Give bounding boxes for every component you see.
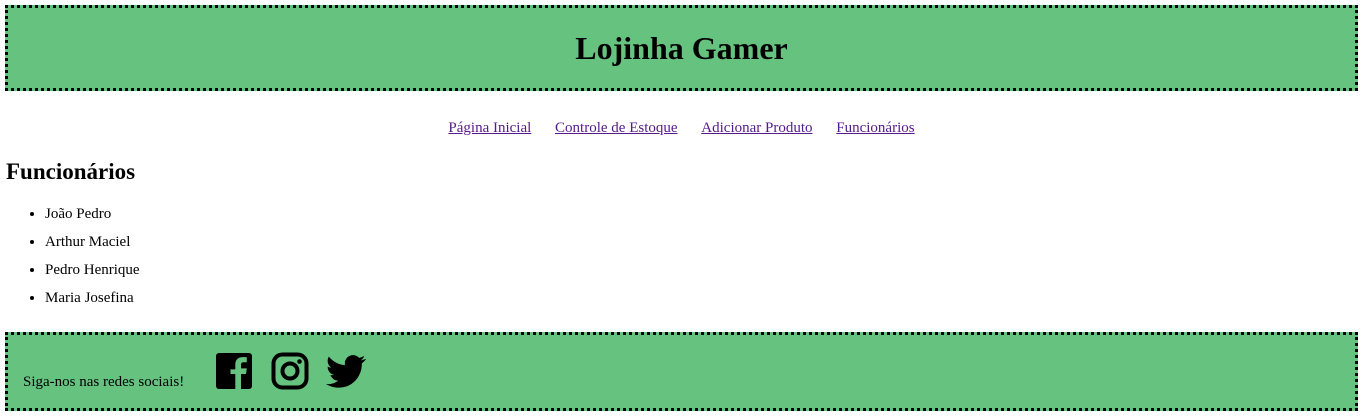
site-header: Lojinha Gamer [5, 5, 1358, 91]
instagram-icon[interactable] [270, 351, 310, 391]
site-title: Lojinha Gamer [575, 29, 788, 66]
main-nav: Página Inicial Controle de Estoque Adici… [0, 120, 1363, 137]
page-title: Funcionários [6, 159, 136, 184]
employee-list: João Pedro Arthur Maciel Pedro Henrique … [0, 204, 140, 316]
list-item: Arthur Maciel [45, 232, 140, 260]
nav-link-employees[interactable]: Funcionários [836, 120, 914, 136]
list-item: João Pedro [45, 204, 140, 232]
nav-link-stock-control[interactable]: Controle de Estoque [555, 120, 677, 136]
list-item: Pedro Henrique [45, 260, 140, 288]
list-item: Maria Josefina [45, 288, 140, 316]
twitter-icon[interactable] [326, 351, 366, 391]
facebook-icon[interactable] [214, 351, 254, 391]
social-label: Siga-nos nas redes sociais! [23, 374, 185, 390]
page: Lojinha Gamer Página Inicial Controle de… [0, 0, 1363, 420]
nav-link-add-product[interactable]: Adicionar Produto [701, 120, 812, 136]
site-footer: Siga-nos nas redes sociais! [5, 332, 1358, 411]
nav-link-home[interactable]: Página Inicial [448, 120, 531, 136]
